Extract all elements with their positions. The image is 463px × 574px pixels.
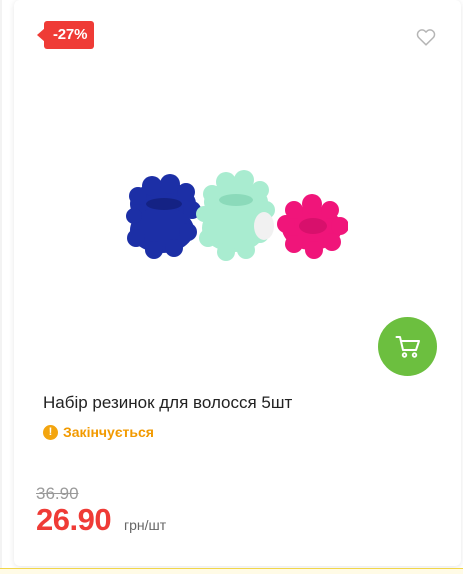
price-unit: грн/шт	[124, 517, 167, 533]
product-title[interactable]: Набір резинок для волосся 5шт	[43, 393, 292, 413]
product-card[interactable]	[14, 0, 461, 566]
product-image[interactable]	[126, 168, 349, 264]
left-edge	[0, 0, 2, 574]
add-to-cart-button[interactable]	[378, 317, 437, 376]
stock-status-text: Закінчується	[63, 424, 154, 440]
cart-icon	[395, 335, 420, 358]
favorite-button[interactable]	[415, 26, 437, 48]
heart-outline-icon	[416, 29, 436, 46]
stock-status: ! Закінчується	[43, 424, 154, 440]
hair-ties-image	[126, 170, 349, 261]
current-price: 26.90	[36, 502, 112, 537]
exclamation-icon: !	[43, 424, 58, 440]
bottom-divider	[0, 568, 463, 574]
old-price: 36.90	[36, 484, 79, 503]
discount-badge: -27%	[36, 21, 95, 49]
